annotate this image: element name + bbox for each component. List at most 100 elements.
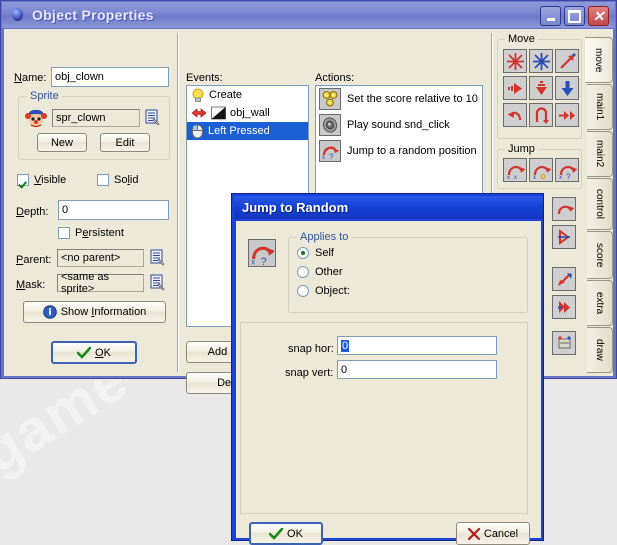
palette-group-move: Move	[497, 33, 582, 139]
close-button[interactable]: ✕	[588, 6, 609, 26]
tab-draw[interactable]: draw	[587, 327, 613, 373]
visible-checkbox[interactable]: Visible	[17, 174, 66, 186]
mouse-icon	[191, 124, 204, 139]
sprite-menu-icon[interactable]	[145, 109, 161, 126]
show-information-button[interactable]: Show Information	[23, 301, 166, 323]
reverse-hor-icon[interactable]	[503, 103, 527, 127]
applies-to-self-radio[interactable]	[297, 247, 309, 259]
parent-menu-icon[interactable]	[150, 249, 166, 266]
sprite-input[interactable]: spr_clown	[52, 109, 140, 127]
tab-main1[interactable]: main1	[587, 84, 613, 130]
tab-control-label: control	[594, 188, 605, 219]
mask-menu-icon[interactable]	[150, 274, 166, 291]
mask-input[interactable]: <same as sprite>	[57, 271, 144, 295]
tab-score[interactable]: score	[587, 231, 613, 279]
set-friction-icon[interactable]	[555, 103, 579, 127]
list-item[interactable]: Left Pressed	[187, 122, 308, 140]
dialog-cancel-button[interactable]: Cancel	[456, 522, 530, 545]
visible-checkbox-box[interactable]	[17, 174, 29, 186]
arguments-pane: snap hor: 0 snap vert: 0	[240, 322, 528, 514]
persistent-label: Persistent	[75, 227, 124, 239]
mask-input-value: <same as sprite>	[61, 271, 109, 295]
svg-text:?: ?	[329, 153, 334, 161]
object-ok-button[interactable]: OK	[51, 341, 137, 364]
sprite-new-button[interactable]: New	[37, 133, 87, 152]
applies-to-other-option[interactable]: Other	[297, 266, 343, 278]
tab-extra-label: extra	[594, 291, 605, 315]
snap-hor-input[interactable]: 0	[337, 336, 497, 355]
set-gravity-icon[interactable]	[555, 76, 579, 100]
object-wall-icon	[211, 106, 226, 120]
applies-to-other-label: Other	[315, 266, 343, 278]
list-item-label: obj_wall	[230, 107, 270, 119]
list-item[interactable]: x ? Jump to a random position	[316, 138, 482, 164]
parent-input[interactable]: <no parent>	[57, 249, 144, 267]
sprite-group: Sprite spr_clown New Edit	[18, 90, 170, 160]
depth-input-value: 0	[62, 204, 69, 216]
tab-extra[interactable]: extra	[587, 280, 613, 326]
jump-start-icon[interactable]: x	[529, 158, 553, 182]
set-hspeed-icon[interactable]	[503, 76, 527, 100]
list-item[interactable]: Create	[187, 86, 308, 104]
depth-input[interactable]: 0	[58, 200, 169, 220]
jump-random-icon: x ?	[319, 140, 341, 162]
snap-vert-label: snap vert:	[285, 367, 334, 379]
palette-tabs: move main1 main2 control score extra dra…	[585, 31, 614, 376]
palette-group-jump-label: Jump	[505, 143, 538, 155]
dialog-ok-button[interactable]: OK	[249, 522, 323, 545]
solid-checkbox[interactable]: Solid	[97, 174, 138, 186]
sprite-new-label: New	[50, 136, 73, 149]
solid-checkbox-box[interactable]	[97, 174, 109, 186]
window-titlebar[interactable]: Object Properties ✕	[2, 2, 615, 28]
bounce-icon[interactable]	[552, 295, 576, 319]
reverse-vert-icon[interactable]	[529, 103, 553, 127]
applies-to-other-radio[interactable]	[297, 266, 309, 278]
tab-move[interactable]: move	[585, 37, 613, 83]
set-path-icon[interactable]	[552, 331, 576, 355]
move-fixed-icon[interactable]	[503, 49, 527, 73]
move-wrap-icon[interactable]	[552, 225, 576, 249]
name-input[interactable]: obj_clown	[51, 67, 169, 87]
tab-main2-label: main2	[594, 140, 605, 168]
score-coins-icon	[319, 88, 341, 110]
tab-main2[interactable]: main2	[587, 131, 613, 177]
jump-random-icon[interactable]: x ?	[555, 158, 579, 182]
list-item[interactable]: obj_wall	[187, 104, 308, 122]
applies-to-object-radio[interactable]	[297, 285, 309, 297]
move-free-icon[interactable]	[529, 49, 553, 73]
window-controls: ✕	[540, 6, 609, 26]
palette-group-move-label: Move	[505, 33, 538, 45]
list-item[interactable]: Play sound snd_click	[316, 112, 482, 138]
sprite-edit-button[interactable]: Edit	[100, 133, 150, 152]
tab-draw-label: draw	[594, 339, 605, 361]
snap-vert-input[interactable]: 0	[337, 360, 497, 379]
parent-input-value: <no parent>	[61, 252, 121, 264]
palette-group-jump: Jump x x x x ?	[497, 143, 582, 189]
object-ball-icon	[10, 7, 26, 23]
applies-to-label: Applies to	[297, 231, 352, 243]
list-item-label: Left Pressed	[208, 125, 270, 137]
list-item-label: Play sound snd_click	[347, 119, 450, 131]
persistent-checkbox-box[interactable]	[58, 227, 70, 239]
jump-position-icon[interactable]: x x	[503, 158, 527, 182]
tab-control[interactable]: control	[587, 178, 613, 230]
solid-label: Solid	[114, 174, 139, 186]
minimize-button[interactable]	[540, 6, 561, 26]
jump-align-icon[interactable]	[552, 197, 576, 221]
events-header: Events:	[186, 72, 223, 84]
list-item[interactable]: Set the score relative to 10	[316, 86, 482, 112]
tab-main1-label: main1	[594, 93, 605, 121]
applies-to-object-option[interactable]: Object:	[297, 285, 350, 297]
svg-text:x: x	[507, 175, 510, 180]
sprite-edit-label: Edit	[115, 136, 135, 149]
applies-to-self-option[interactable]: Self	[297, 247, 334, 259]
dialog-titlebar[interactable]: Jump to Random	[234, 196, 543, 219]
depth-label: Depth:	[16, 206, 49, 218]
jump-to-random-dialog: Jump to Random x ? Applies to Self Other	[231, 193, 544, 545]
set-vspeed-icon[interactable]	[529, 76, 553, 100]
persistent-checkbox[interactable]: Persistent	[58, 227, 124, 239]
move-towards-icon[interactable]	[555, 49, 579, 73]
maximize-button[interactable]	[564, 6, 585, 26]
svg-text:x: x	[251, 257, 255, 265]
move-to-contact-icon[interactable]	[552, 267, 576, 291]
